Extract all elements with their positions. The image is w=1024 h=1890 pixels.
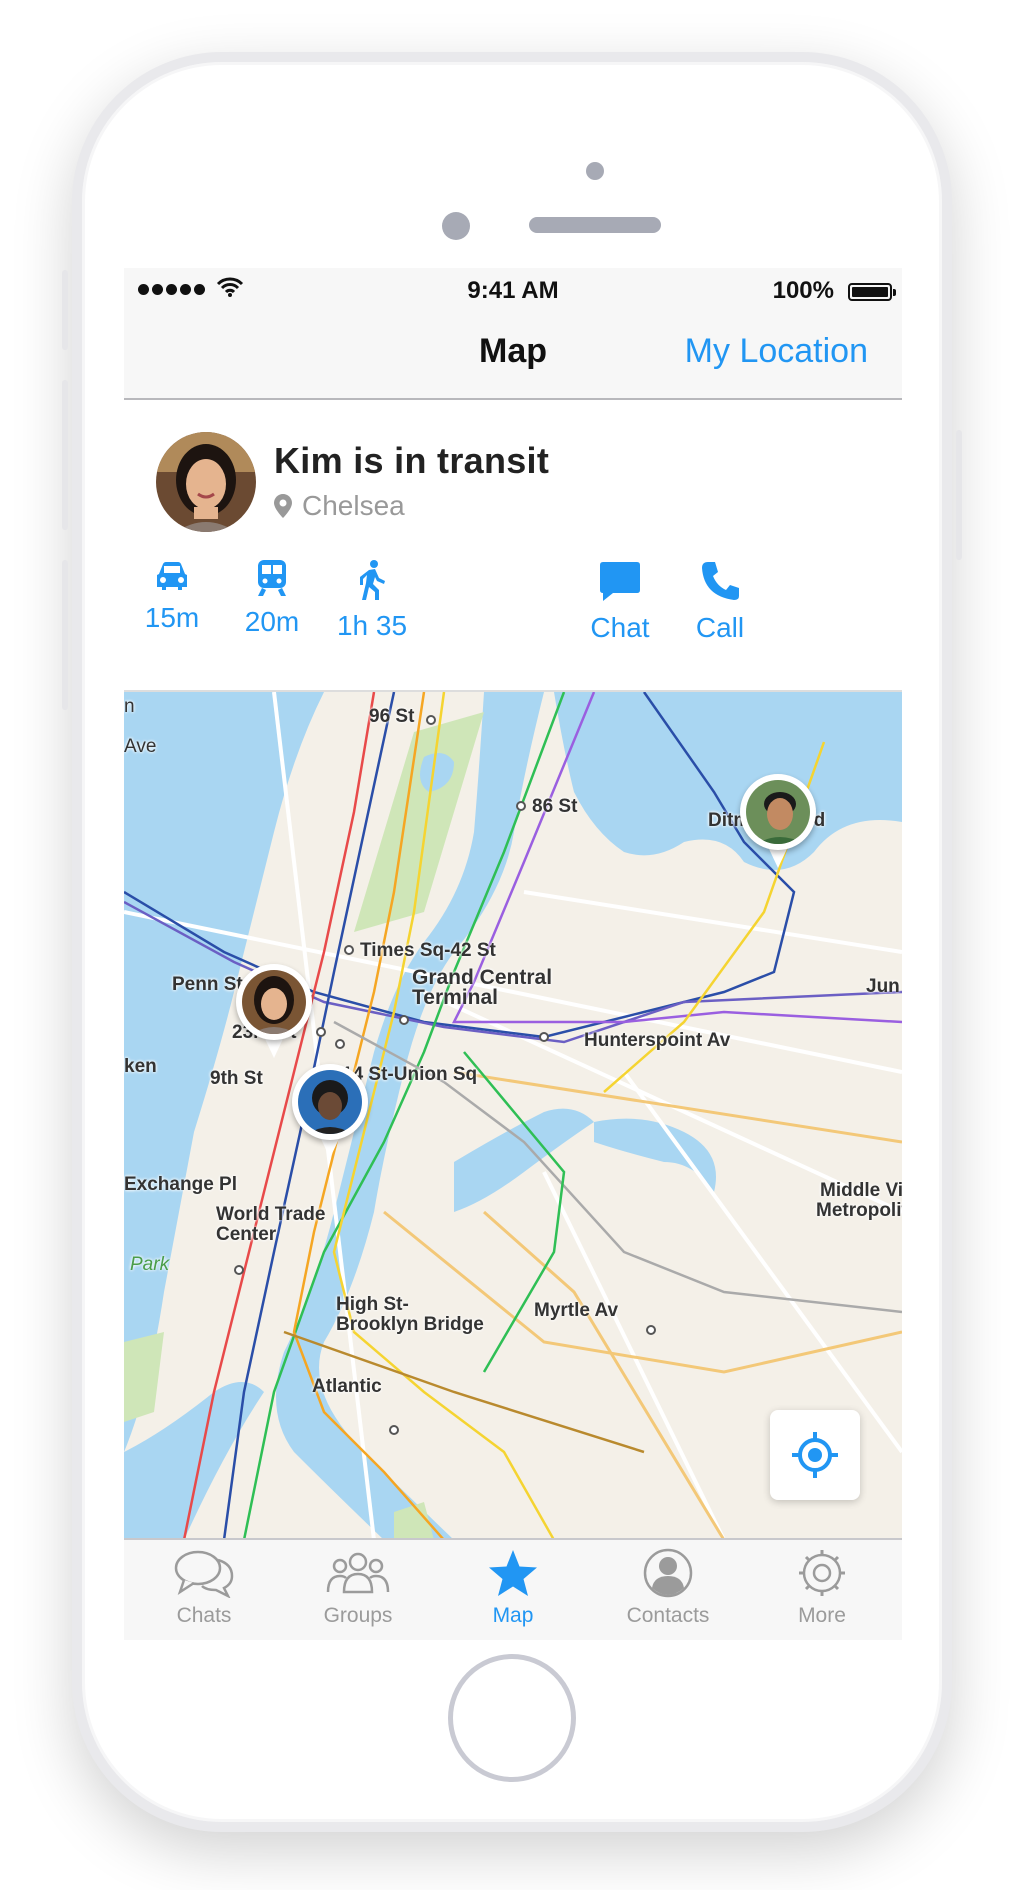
contact-location: Chelsea [274, 490, 405, 522]
map-label-park: Park [130, 1254, 170, 1275]
map-label-wtc-center: Center [216, 1224, 277, 1245]
tab-contacts-label: Contacts [626, 1604, 710, 1627]
contact-actions: 15m 20m 1h 35 Chat Call [124, 550, 902, 680]
star-icon [489, 1550, 537, 1596]
groups-icon [326, 1552, 390, 1594]
transit-time-button[interactable]: 20m [217, 560, 327, 638]
transit-time-label: 20m [244, 606, 300, 637]
person-pin-kim[interactable] [236, 964, 312, 1064]
avatar[interactable] [156, 432, 256, 532]
status-bar: 9:41 AM 100% [124, 268, 902, 314]
battery-icon [848, 283, 896, 301]
map-label-times-sq: Times Sq-42 St [360, 940, 496, 961]
map-label-9th-st: 9th St [210, 1068, 263, 1089]
tab-groups[interactable]: Groups [288, 1548, 428, 1628]
front-camera [442, 212, 470, 240]
proximity-sensor [586, 162, 604, 180]
call-label: Call [695, 612, 745, 643]
person-pin-woman[interactable] [292, 1064, 368, 1164]
map-view[interactable]: n Ave 96 St 86 St Ditmars Blvd Times Sq-… [124, 690, 902, 1538]
home-button[interactable] [448, 1654, 576, 1782]
mute-switch [62, 560, 68, 710]
tab-map[interactable]: Map [443, 1548, 583, 1628]
map-label-terminal: Terminal [412, 986, 498, 1009]
map-label-middle-village: Middle Village [820, 1180, 902, 1201]
phone-icon [702, 562, 739, 600]
train-icon [258, 560, 286, 596]
drive-time-label: 15m [144, 602, 200, 633]
my-location-button[interactable]: My Location [685, 332, 868, 371]
tab-groups-label: Groups [323, 1604, 393, 1627]
recenter-location-button[interactable] [770, 1410, 860, 1500]
crosshair-icon [792, 1432, 838, 1478]
volume-up-button [62, 270, 68, 350]
power-button [956, 430, 962, 560]
map-label-ken: ken [124, 1056, 157, 1077]
tab-more-label: More [798, 1604, 846, 1627]
tab-contacts[interactable]: Contacts [598, 1548, 738, 1628]
walk-icon [360, 560, 385, 600]
earpiece-speaker [529, 217, 661, 233]
tab-map-label: Map [492, 1604, 534, 1627]
contact-panel: Kim is in transit Chelsea 15m 20m 1h 35 … [124, 400, 902, 700]
map-label-96-st: 96 St [369, 706, 415, 727]
map-label-n: n [124, 696, 135, 717]
drive-time-button[interactable]: 15m [124, 560, 227, 634]
tab-more[interactable]: More [752, 1548, 892, 1628]
map-label-brooklyn-bridge: Brooklyn Bridge [336, 1314, 484, 1335]
call-button[interactable]: Call [665, 560, 775, 644]
chat-button[interactable]: Chat [565, 560, 675, 644]
map-label-metropolitan: Metropolitan [816, 1200, 902, 1221]
tab-chats[interactable]: Chats [134, 1548, 274, 1628]
person-pin-man[interactable] [740, 774, 816, 874]
gear-icon [799, 1550, 845, 1596]
volume-down-button [62, 380, 68, 530]
map-label-wtc: World Trade [216, 1204, 326, 1225]
navigation-bar: Map My Location [124, 314, 902, 400]
map-label-ave: Ave [124, 736, 157, 757]
map-label-myrtle-av: Myrtle Av [534, 1300, 619, 1321]
map-label-exchange-pl: Exchange Pl [124, 1174, 237, 1195]
map-label-jun: Jun [866, 976, 900, 997]
app-screen: 9:41 AM 100% Map My Location Kim is in t… [124, 268, 902, 1640]
contacts-icon [643, 1548, 693, 1598]
car-icon [157, 562, 187, 590]
map-label-atlantic: Atlantic [312, 1376, 382, 1397]
contact-location-text: Chelsea [302, 490, 405, 521]
walk-time-button[interactable]: 1h 35 [317, 560, 427, 642]
walk-time-label: 1h 35 [336, 610, 408, 641]
battery-percent: 100% [772, 277, 834, 304]
chat-label: Chat [590, 612, 650, 643]
map-label-86-st: 86 St [532, 796, 578, 817]
map-label-hunterspoint: Hunterspoint Av [584, 1030, 731, 1051]
tab-bar: Chats Groups Map Contacts More [124, 1538, 902, 1640]
chat-icon [600, 562, 640, 601]
tab-chats-label: Chats [176, 1604, 232, 1627]
chats-icon [174, 1550, 234, 1598]
contact-status-title: Kim is in transit [274, 440, 550, 481]
location-pin-icon [274, 494, 292, 518]
map-label-high-st: High St- [336, 1294, 409, 1315]
